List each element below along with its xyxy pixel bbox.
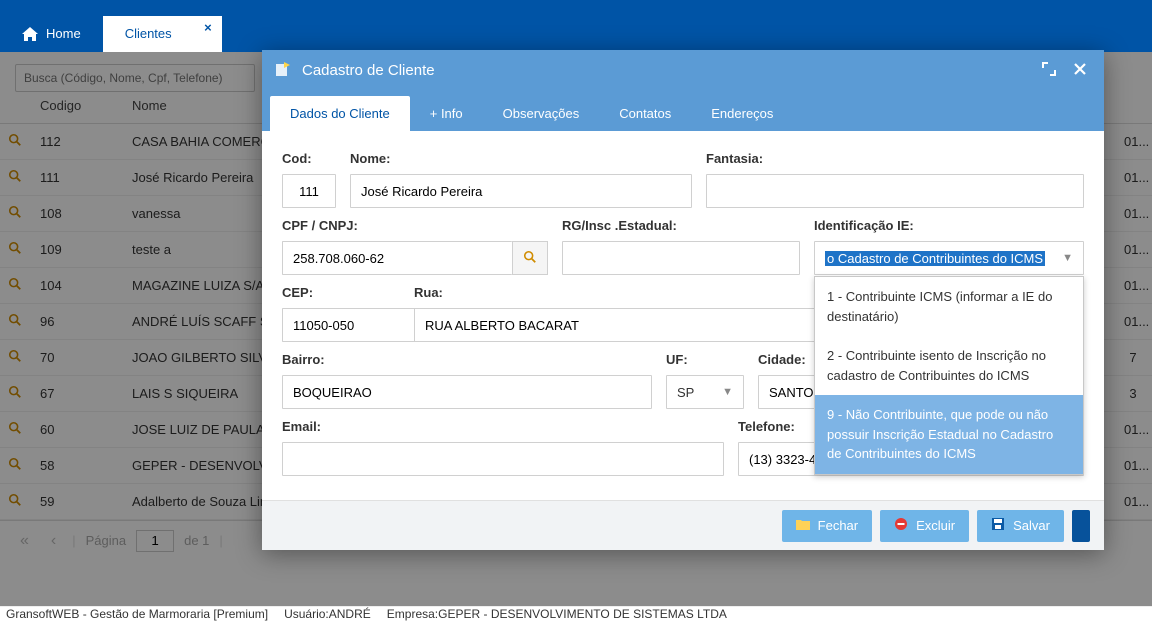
more-button[interactable] [1072, 510, 1090, 542]
tab-enderecos[interactable]: Endereços [691, 96, 793, 131]
label-bairro: Bairro: [282, 352, 652, 367]
tab-contatos[interactable]: Contatos [599, 96, 691, 131]
tab-info[interactable]: + Info [410, 96, 483, 131]
combo-identificacao-ie[interactable]: o Cadastro de Contribuintes do ICMS ▼ 1 … [814, 241, 1084, 275]
modal-footer: Fechar Excluir Salvar [262, 500, 1104, 550]
label-email: Email: [282, 419, 724, 434]
tab-observacoes[interactable]: Observações [483, 96, 600, 131]
dropdown-option[interactable]: 1 - Contribuinte ICMS (informar a IE do … [815, 277, 1083, 336]
combo-uf-value: SP [677, 385, 694, 400]
chevron-down-icon: ▼ [722, 386, 733, 398]
status-user-label: Usuário: [284, 607, 329, 621]
combo-ie-selected: o Cadastro de Contribuintes do ICMS [825, 251, 1045, 266]
form-icon [276, 62, 292, 79]
dropdown-option[interactable]: 2 - Contribuinte isento de Inscrição no … [815, 336, 1083, 395]
close-button[interactable]: Fechar [782, 510, 872, 542]
tab-clientes[interactable]: Clientes × [103, 16, 222, 52]
search-icon [523, 250, 537, 267]
delete-icon [894, 517, 908, 534]
input-email[interactable] [282, 442, 724, 476]
delete-button-label: Excluir [916, 518, 955, 533]
save-button-label: Salvar [1013, 518, 1050, 533]
home-icon [22, 26, 38, 41]
search-cpf-button[interactable] [512, 241, 548, 275]
label-uf: UF: [666, 352, 744, 367]
form-body: Cod: Nome: Fantasia: CPF / CNPJ: [262, 131, 1104, 500]
modal-tabs: Dados do Cliente + Info Observações Cont… [262, 90, 1104, 131]
close-icon[interactable] [1070, 59, 1090, 82]
status-bar: GransoftWEB - Gestão de Marmoraria [Prem… [0, 606, 1152, 624]
input-fantasia[interactable] [706, 174, 1084, 208]
close-button-label: Fechar [818, 518, 858, 533]
label-cod: Cod: [282, 151, 336, 166]
input-cod[interactable] [282, 174, 336, 208]
tab-home[interactable]: Home [0, 16, 103, 52]
status-company: GEPER - DESENVOLVIMENTO DE SISTEMAS LTDA [438, 607, 727, 621]
save-icon [991, 517, 1005, 534]
label-nome: Nome: [350, 151, 692, 166]
dropdown-option[interactable]: 9 - Não Contribuinte, que pode ou não po… [815, 395, 1083, 474]
tab-dados-cliente[interactable]: Dados do Cliente [270, 96, 410, 131]
dropdown-identificacao-ie: 1 - Contribuinte ICMS (informar a IE do … [814, 276, 1084, 475]
tab-clientes-label: Clientes [125, 26, 172, 41]
status-company-label: Empresa: [387, 607, 438, 621]
tab-home-label: Home [46, 26, 81, 41]
status-app: GransoftWEB - Gestão de Marmoraria [Prem… [6, 607, 268, 622]
chevron-down-icon: ▼ [1062, 252, 1073, 264]
label-cep: CEP: [282, 285, 400, 300]
delete-button[interactable]: Excluir [880, 510, 969, 542]
modal-cadastro-cliente: Cadastro de Cliente Dados do Cliente + I… [262, 50, 1104, 550]
combo-uf[interactable]: SP ▼ [666, 375, 744, 409]
folder-icon [796, 518, 810, 533]
modal-title: Cadastro de Cliente [302, 62, 1028, 79]
label-identificacao-ie: Identificação IE: [814, 218, 1084, 233]
input-cpf[interactable] [282, 241, 512, 275]
label-rg: RG/Insc .Estadual: [562, 218, 800, 233]
input-bairro[interactable] [282, 375, 652, 409]
topbar: Home Clientes × [0, 0, 1152, 52]
save-button[interactable]: Salvar [977, 510, 1064, 542]
close-icon[interactable]: × [204, 20, 212, 35]
status-user: ANDRÉ [329, 607, 371, 621]
input-nome[interactable] [350, 174, 692, 208]
input-rg[interactable] [562, 241, 800, 275]
label-cpf: CPF / CNPJ: [282, 218, 548, 233]
maximize-icon[interactable] [1038, 58, 1060, 83]
modal-titlebar[interactable]: Cadastro de Cliente [262, 50, 1104, 90]
label-fantasia: Fantasia: [706, 151, 1084, 166]
